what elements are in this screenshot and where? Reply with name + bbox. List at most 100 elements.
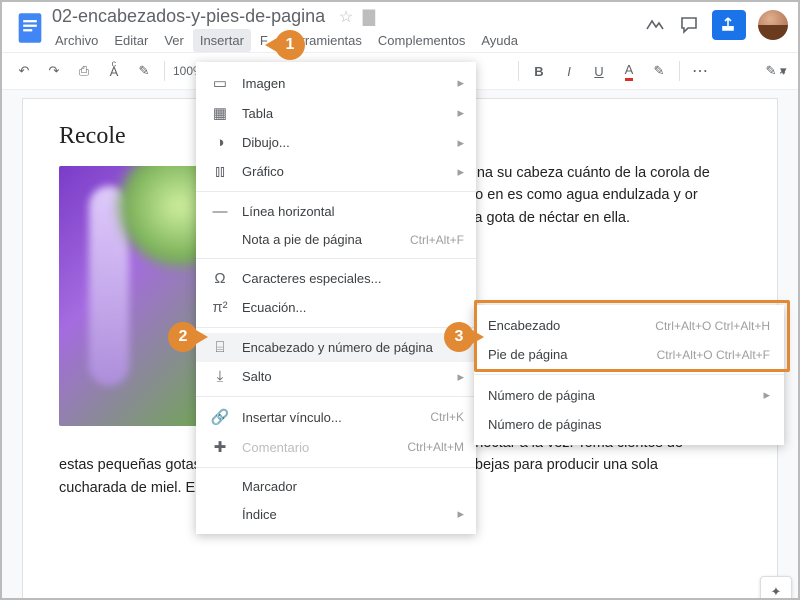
- menu-item-label: Gráfico: [242, 164, 449, 179]
- menu-item[interactable]: π²Ecuación...: [196, 293, 476, 322]
- menu-item-icon: ⌸: [208, 339, 232, 356]
- more-button[interactable]: ⋯: [688, 59, 712, 83]
- menu-item-label: Índice: [242, 507, 449, 522]
- menu-item[interactable]: ⤓ Salto ▸: [196, 362, 476, 391]
- menu-item-icon: ✚: [208, 438, 232, 456]
- folder-icon[interactable]: ▇: [363, 9, 375, 26]
- menu-item-shortcut: Ctrl+Alt+M: [407, 440, 464, 454]
- menu-item-icon: ⫾⫾: [208, 163, 232, 180]
- menu-item-icon: Ω: [208, 270, 232, 287]
- menu-insertar[interactable]: Insertar: [193, 29, 251, 52]
- menu-separator: [474, 374, 784, 375]
- submenu-item[interactable]: Número de páginas: [474, 410, 784, 439]
- submenu-item-shortcut: Ctrl+Alt+O Ctrl+Alt+H: [655, 319, 770, 333]
- submenu-item[interactable]: Número de página ▸: [474, 380, 784, 410]
- menu-item-label: Salto: [242, 369, 449, 384]
- menu-item[interactable]: ⫾⫾ Gráfico ▸: [196, 157, 476, 186]
- menu-item-label: Comentario: [242, 440, 407, 455]
- menu-item-label: Marcador: [242, 479, 464, 494]
- menu-item-icon: π²: [208, 299, 232, 316]
- document-title[interactable]: 02-encabezados-y-pies-de-pagina: [48, 4, 329, 28]
- comments-icon[interactable]: [678, 14, 700, 36]
- submenu-item-shortcut: Ctrl+Alt+O Ctrl+Alt+F: [657, 348, 770, 362]
- menu-item[interactable]: Marcador: [196, 473, 476, 500]
- submenu-arrow-icon: ▸: [457, 75, 464, 91]
- annotation-callout-1: 1: [275, 30, 305, 60]
- menu-item-shortcut: Ctrl+K: [430, 410, 464, 424]
- menu-editar[interactable]: Editar: [107, 29, 155, 52]
- menu-ayuda[interactable]: Ayuda: [474, 29, 525, 52]
- italic-button[interactable]: I: [557, 59, 581, 83]
- menu-item-label: Tabla: [242, 106, 449, 121]
- menu-ver[interactable]: Ver: [157, 29, 191, 52]
- menu-item[interactable]: ✚ ComentarioCtrl+Alt+M: [196, 432, 476, 462]
- share-button[interactable]: [712, 10, 746, 40]
- menu-item[interactable]: ▭ Imagen ▸: [196, 68, 476, 98]
- account-avatar[interactable]: [758, 10, 788, 40]
- menu-item-label: Insertar vínculo...: [242, 410, 430, 425]
- highlight-button[interactable]: ✎: [647, 59, 671, 83]
- toolbar-divider: [679, 61, 680, 81]
- bold-button[interactable]: B: [527, 59, 551, 83]
- redo-button[interactable]: ↷: [42, 59, 66, 83]
- submenu-item-label: Número de página: [488, 388, 755, 403]
- insert-menu: ▭Imagen▸▦Tabla▸◑Dibujo...▸⫾⫾Gráfico▸—Lín…: [196, 62, 476, 534]
- menu-item[interactable]: ⌸Encabezado y número de página▸: [196, 333, 476, 362]
- annotation-callout-2: 2: [168, 322, 198, 352]
- menu-archivo[interactable]: Archivo: [48, 29, 105, 52]
- title-bar: 02-encabezados-y-pies-de-pagina ☆ ▇ Arch…: [0, 0, 800, 52]
- menu-separator: [196, 467, 476, 468]
- submenu-arrow-icon: ▸: [457, 135, 464, 151]
- menu-item-label: Caracteres especiales...: [242, 271, 464, 286]
- spellcheck-button[interactable]: Aͨ: [102, 59, 126, 83]
- paint-format-button[interactable]: ✎: [132, 59, 156, 83]
- text-color-button[interactable]: A: [617, 59, 641, 83]
- submenu-arrow-icon: ▸: [763, 387, 770, 403]
- submenu-item[interactable]: Pie de páginaCtrl+Alt+O Ctrl+Alt+F: [474, 340, 784, 369]
- menu-separator: [196, 258, 476, 259]
- menu-item-icon: —: [208, 203, 232, 220]
- menubar: ArchivoEditarVerInsertarFHerramientasCom…: [48, 29, 644, 52]
- star-icon[interactable]: ☆: [339, 9, 353, 26]
- activity-icon[interactable]: [644, 14, 666, 36]
- menu-separator: [196, 327, 476, 328]
- document-image[interactable]: [59, 166, 219, 426]
- menu-item[interactable]: ▦Tabla▸: [196, 98, 476, 128]
- menu-item-icon: ◑: [208, 134, 232, 151]
- menu-item-icon: ▭: [208, 74, 232, 92]
- submenu-item-label: Pie de página: [488, 347, 657, 362]
- menu-separator: [196, 396, 476, 397]
- undo-button[interactable]: ↶: [12, 59, 36, 83]
- header-actions: [644, 6, 788, 40]
- submenu-item-label: Encabezado: [488, 318, 655, 333]
- docs-logo[interactable]: [12, 6, 48, 50]
- menu-item[interactable]: 🔗Insertar vínculo...Ctrl+K: [196, 402, 476, 432]
- menu-item[interactable]: Nota a pie de páginaCtrl+Alt+F: [196, 226, 476, 253]
- menu-complementos[interactable]: Complementos: [371, 29, 472, 52]
- submenu-arrow-icon: ▸: [457, 105, 464, 121]
- menu-item-icon: ⤓: [208, 368, 232, 385]
- menu-item-shortcut: Ctrl+Alt+F: [410, 233, 464, 247]
- submenu-item[interactable]: EncabezadoCtrl+Alt+O Ctrl+Alt+H: [474, 311, 784, 340]
- underline-button[interactable]: U: [587, 59, 611, 83]
- header-pagenumber-submenu: EncabezadoCtrl+Alt+O Ctrl+Alt+HPie de pá…: [474, 305, 784, 445]
- menu-item-label: Dibujo...: [242, 135, 449, 150]
- submenu-arrow-icon: ▸: [457, 506, 464, 522]
- menu-item[interactable]: Ω Caracteres especiales...: [196, 264, 476, 293]
- explore-button[interactable]: ✦: [760, 576, 792, 600]
- menu-separator: [196, 191, 476, 192]
- menu-item-label: Encabezado y número de página: [242, 340, 449, 355]
- menu-item-label: Imagen: [242, 76, 449, 91]
- submenu-item-label: Número de páginas: [488, 417, 770, 432]
- collapse-icon[interactable]: ⌃: [777, 68, 788, 84]
- menu-item-label: Línea horizontal: [242, 204, 464, 219]
- toolbar-divider: [518, 61, 519, 81]
- submenu-arrow-icon: ▸: [457, 164, 464, 180]
- print-button[interactable]: ⎙: [72, 59, 96, 83]
- menu-item[interactable]: ◑ Dibujo... ▸: [196, 128, 476, 157]
- toolbar-divider: [164, 61, 165, 81]
- menu-item[interactable]: Índice ▸: [196, 500, 476, 528]
- menu-item[interactable]: — Línea horizontal: [196, 197, 476, 226]
- submenu-arrow-icon: ▸: [457, 369, 464, 385]
- menu-item-label: Nota a pie de página: [242, 232, 410, 247]
